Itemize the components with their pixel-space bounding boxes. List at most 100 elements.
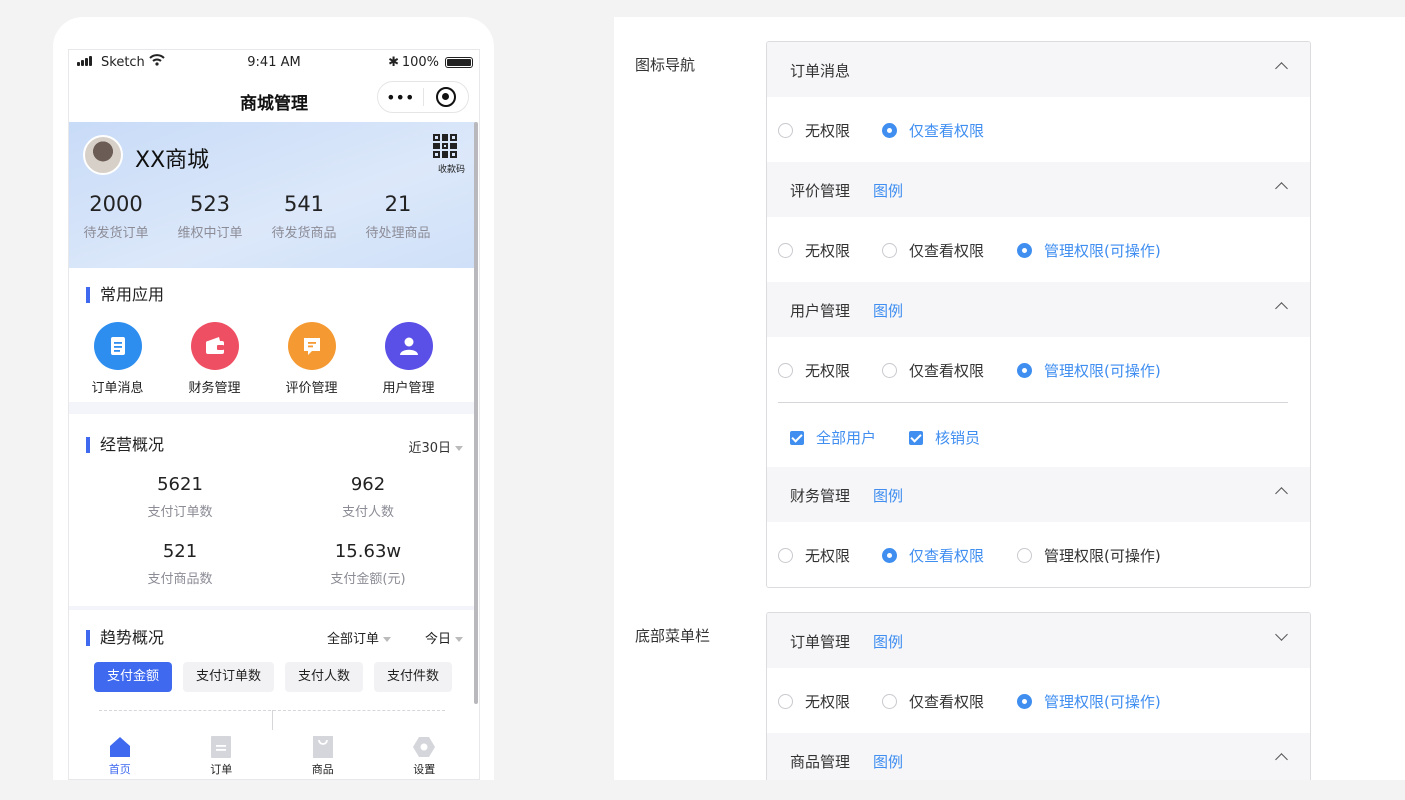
bottom-menu-permissions: 订单管理 图例 无权限 仅查看权限 管理权限(可操作) 商品管理 图例 bbox=[766, 612, 1311, 787]
home-icon bbox=[108, 735, 132, 759]
clipboard-icon bbox=[93, 322, 142, 370]
radio-manage[interactable]: 管理权限(可操作) bbox=[1017, 361, 1161, 380]
common-apps-section: 常用应用 订单消息 财务管理 评价管理 用户管理 bbox=[69, 268, 475, 402]
scrollbar[interactable] bbox=[474, 122, 478, 704]
checkbox-all-users[interactable]: 全部用户 bbox=[790, 427, 876, 448]
radio-label: 无权限 bbox=[805, 121, 851, 140]
close-button[interactable] bbox=[424, 87, 469, 108]
legend-link[interactable]: 图例 bbox=[873, 751, 903, 772]
pill-pay-users[interactable]: 支付人数 bbox=[285, 662, 364, 692]
icon-nav-permissions: 订单消息 无权限 仅查看权限 评价管理 图例 无权限 仅查看权限 管理权限(可操… bbox=[766, 41, 1311, 588]
period-label: 今日 bbox=[424, 632, 451, 647]
tab-home[interactable]: 首页 bbox=[69, 730, 171, 779]
user-scope-row: 全部用户 核销员 bbox=[767, 402, 1310, 467]
radio-view-only[interactable]: 仅查看权限 bbox=[882, 546, 984, 565]
radio-view-only[interactable]: 仅查看权限 bbox=[882, 361, 985, 380]
chevron-up-icon[interactable] bbox=[1275, 753, 1288, 766]
perm-header-review[interactable]: 评价管理 图例 bbox=[767, 162, 1310, 217]
perm-header-goods[interactable]: 商品管理 图例 bbox=[767, 733, 1310, 786]
avatar[interactable] bbox=[83, 135, 123, 175]
app-order-message[interactable]: 订单消息 bbox=[69, 322, 166, 396]
tab-label: 设置 bbox=[413, 763, 436, 776]
radio-none[interactable]: 无权限 bbox=[778, 121, 851, 140]
tab-label: 首页 bbox=[108, 763, 131, 776]
biz-label: 支付金额(元) bbox=[330, 572, 406, 587]
legend-link[interactable]: 图例 bbox=[873, 300, 903, 321]
divider bbox=[778, 402, 1288, 403]
radio-label: 仅查看权限 bbox=[909, 361, 985, 380]
perm-options-user: 无权限 仅查看权限 管理权限(可操作) bbox=[767, 337, 1310, 402]
perm-header-order-message[interactable]: 订单消息 bbox=[767, 42, 1310, 97]
app-review[interactable]: 评价管理 bbox=[263, 322, 360, 396]
section-title: 常用应用 bbox=[86, 287, 164, 303]
radio-view-only[interactable]: 仅查看权限 bbox=[882, 241, 985, 260]
stat-label: 待处理商品 bbox=[365, 226, 431, 241]
perm-header-user[interactable]: 用户管理 图例 bbox=[767, 282, 1310, 337]
radio-manage[interactable]: 管理权限(可操作) bbox=[1017, 241, 1161, 260]
perm-header-finance[interactable]: 财务管理 图例 bbox=[767, 467, 1310, 522]
apps-grid: 订单消息 财务管理 评价管理 用户管理 bbox=[69, 322, 475, 396]
chevron-up-icon[interactable] bbox=[1275, 62, 1288, 75]
battery-percent: 100% bbox=[401, 55, 439, 70]
chevron-up-icon[interactable] bbox=[1275, 182, 1288, 195]
tab-goods[interactable]: 商品 bbox=[272, 730, 374, 779]
comment-icon bbox=[287, 322, 336, 370]
radio-manage[interactable]: 管理权限(可操作) bbox=[1017, 546, 1161, 565]
app-finance[interactable]: 财务管理 bbox=[166, 322, 263, 396]
legend-link[interactable]: 图例 bbox=[873, 180, 903, 201]
app-user[interactable]: 用户管理 bbox=[360, 322, 457, 396]
shop-header: XX商城 收款码 2000 待发货订单 523 维权中订单 541 待发货商品 21 待… bbox=[69, 122, 475, 268]
perm-options-finance: 无权限 仅查看权限 管理权限(可操作) bbox=[767, 522, 1310, 587]
legend-link[interactable]: 图例 bbox=[873, 631, 903, 652]
radio-manage[interactable]: 管理权限(可操作) bbox=[1017, 692, 1161, 711]
stat-value: 541 bbox=[283, 192, 325, 216]
biz-paid-orders: 5621 支付订单数 bbox=[85, 474, 275, 520]
bag-icon bbox=[311, 735, 335, 759]
radio-view-only[interactable]: 仅查看权限 bbox=[882, 121, 984, 140]
pill-pay-items[interactable]: 支付件数 bbox=[374, 662, 453, 692]
biz-paid-goods: 521 支付商品数 bbox=[85, 541, 275, 587]
radio-none[interactable]: 无权限 bbox=[778, 361, 850, 380]
perm-title: 订单消息 bbox=[790, 62, 851, 80]
radio-circle bbox=[882, 547, 897, 563]
radio-label: 仅查看权限 bbox=[909, 241, 985, 260]
section-divider bbox=[69, 402, 475, 414]
radio-view-only[interactable]: 仅查看权限 bbox=[882, 692, 984, 711]
user-icon bbox=[384, 322, 433, 370]
period-dropdown[interactable]: 今日 bbox=[425, 628, 463, 647]
chevron-up-icon[interactable] bbox=[1275, 487, 1288, 500]
status-bar: Sketch 9:41 AM ✱ 100% bbox=[69, 50, 479, 76]
stat-pending-ship-goods[interactable]: 541 待发货商品 bbox=[257, 192, 351, 241]
radio-label: 管理权限(可操作) bbox=[1044, 361, 1161, 380]
shop-name: XX商城 bbox=[135, 148, 210, 173]
pill-pay-amount[interactable]: 支付金额 bbox=[94, 662, 173, 692]
tab-orders[interactable]: 订单 bbox=[171, 730, 273, 779]
radio-none[interactable]: 无权限 bbox=[778, 241, 850, 260]
stat-pending-ship-orders[interactable]: 2000 待发货订单 bbox=[69, 192, 163, 241]
checkbox-checked-icon bbox=[909, 430, 923, 445]
checkbox-verifier[interactable]: 核销员 bbox=[909, 427, 980, 448]
radio-circle bbox=[778, 122, 793, 138]
target-icon bbox=[435, 87, 456, 108]
order-filter-dropdown[interactable]: 全部订单 bbox=[327, 628, 392, 647]
qrcode-icon[interactable] bbox=[433, 134, 457, 158]
business-overview-section: 经营概况 近30日 5621 支付订单数 962 支付人数 521 支付商品数 15.… bbox=[69, 414, 475, 606]
stat-dispute-orders[interactable]: 523 维权中订单 bbox=[163, 192, 257, 241]
checkbox-label: 核销员 bbox=[935, 429, 981, 447]
stat-pending-goods[interactable]: 21 待处理商品 bbox=[351, 192, 445, 241]
biz-label: 支付商品数 bbox=[147, 572, 213, 587]
range-selector[interactable]: 近30日 bbox=[408, 437, 463, 456]
order-filter-label: 全部订单 bbox=[327, 632, 380, 647]
pill-pay-orders[interactable]: 支付订单数 bbox=[183, 662, 275, 692]
tab-settings[interactable]: 设置 bbox=[374, 730, 476, 779]
more-button[interactable]: ••• bbox=[378, 88, 423, 107]
chevron-down-icon[interactable] bbox=[1275, 628, 1288, 641]
radio-none[interactable]: 无权限 bbox=[778, 546, 850, 565]
perm-title: 商品管理 bbox=[790, 753, 851, 771]
bluetooth-icon: ✱ bbox=[388, 55, 399, 70]
perm-header-order-mgmt[interactable]: 订单管理 图例 bbox=[767, 613, 1310, 668]
chevron-up-icon[interactable] bbox=[1275, 302, 1288, 315]
radio-circle bbox=[882, 362, 897, 378]
radio-none[interactable]: 无权限 bbox=[778, 692, 850, 711]
legend-link[interactable]: 图例 bbox=[873, 485, 903, 506]
